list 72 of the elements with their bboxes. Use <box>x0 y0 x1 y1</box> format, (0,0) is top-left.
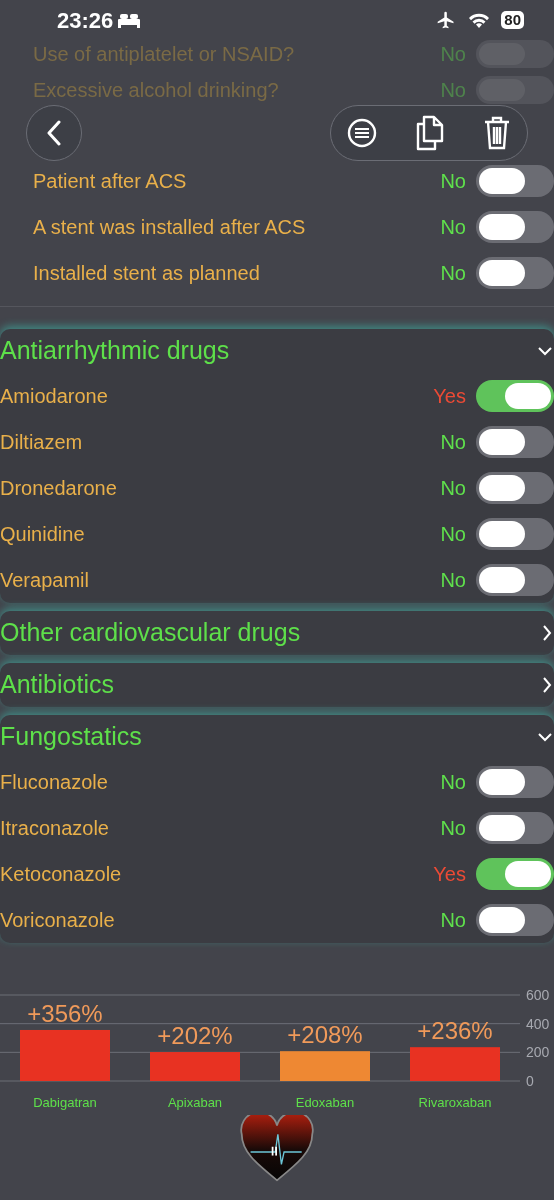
heart-logo-icon <box>240 1115 314 1182</box>
section-header[interactable]: Other cardiovascular drugs <box>0 611 554 655</box>
category-label: Dabigatran <box>33 1095 97 1110</box>
category-label: Rivaroxaban <box>418 1095 492 1110</box>
option-label: Verapamil <box>0 568 90 593</box>
option-label: Dronedarone <box>0 476 118 501</box>
chevron-down-icon <box>538 732 552 742</box>
chevron-left-icon <box>46 120 62 146</box>
toggle-switch[interactable] <box>476 518 554 550</box>
answer-text: No <box>440 908 466 933</box>
answer-text: No <box>440 215 466 240</box>
option-label: Patient after ACS <box>33 169 188 194</box>
answer-text: No <box>440 42 466 67</box>
answer-text: No <box>440 78 466 103</box>
axis-tick-label: 0 <box>526 1073 534 1089</box>
option-label: Quinidine <box>0 522 86 547</box>
toggle-switch[interactable] <box>476 812 554 844</box>
axis-tick-label: 400 <box>526 1015 550 1032</box>
toggle-switch[interactable] <box>476 858 554 890</box>
axis-tick-label: 200 <box>526 1044 550 1061</box>
section-title: Fungostatics <box>0 721 142 753</box>
option-label: A stent was installed after ACS <box>33 215 307 240</box>
option-label: Installed stent as planned <box>33 261 261 286</box>
answer-text: No <box>440 770 466 795</box>
answer-text: No <box>440 476 466 501</box>
answer-text: No <box>440 169 466 194</box>
toggle-switch[interactable] <box>476 211 554 243</box>
trash-icon[interactable] <box>483 116 511 150</box>
copy-icon[interactable] <box>415 115 445 151</box>
toggle-switch[interactable] <box>476 904 554 936</box>
section-title: Antiarrhythmic drugs <box>0 335 230 367</box>
answer-text: Yes <box>433 384 466 409</box>
answer-text: No <box>440 522 466 547</box>
category-label: Edoxaban <box>295 1095 355 1110</box>
toggle-switch[interactable] <box>476 426 554 458</box>
section-header[interactable]: Antibiotics <box>0 663 554 707</box>
toggle-switch[interactable] <box>476 257 554 289</box>
toggle-switch[interactable] <box>476 766 554 798</box>
option-label: Itraconazole <box>0 816 110 841</box>
section-title: Other cardiovascular drugs <box>0 617 301 649</box>
value-label: +202% <box>157 1022 233 1050</box>
answer-text: Yes <box>433 862 466 887</box>
back-button[interactable] <box>26 105 82 161</box>
toggle-switch[interactable] <box>476 380 554 412</box>
value-label: +236% <box>417 1017 493 1045</box>
battery-indicator: 80 <box>501 11 524 29</box>
toggle-switch[interactable] <box>476 472 554 504</box>
value-label: +208% <box>287 1021 363 1049</box>
answer-text: No <box>440 816 466 841</box>
chevron-down-icon <box>538 346 552 356</box>
value-label: +356% <box>27 999 103 1027</box>
option-label: Diltiazem <box>0 430 84 455</box>
option-label: Voriconazole <box>0 908 116 933</box>
toggle-switch[interactable] <box>476 165 554 197</box>
option-label: Fluconazole <box>0 770 109 795</box>
category-label: Apixaban <box>167 1095 223 1110</box>
answer-text: No <box>440 568 466 593</box>
answer-text: No <box>440 261 466 286</box>
section-header[interactable]: Fungostatics <box>0 715 554 759</box>
answer-text: No <box>440 430 466 455</box>
option-label: Amiodarone <box>0 384 109 409</box>
toggle-switch[interactable] <box>476 564 554 596</box>
chevron-right-icon <box>542 625 552 641</box>
list-icon[interactable] <box>347 118 377 148</box>
chevron-right-icon <box>542 677 552 693</box>
status-time: 23:26 <box>57 6 114 35</box>
option-label: Ketoconazole <box>0 862 123 887</box>
section-header[interactable]: Antiarrhythmic drugs <box>0 329 554 373</box>
wifi-icon <box>467 11 492 29</box>
bed-icon <box>117 12 142 28</box>
section-title: Antibiotics <box>0 669 114 701</box>
axis-tick-label: 600 <box>526 987 550 1003</box>
